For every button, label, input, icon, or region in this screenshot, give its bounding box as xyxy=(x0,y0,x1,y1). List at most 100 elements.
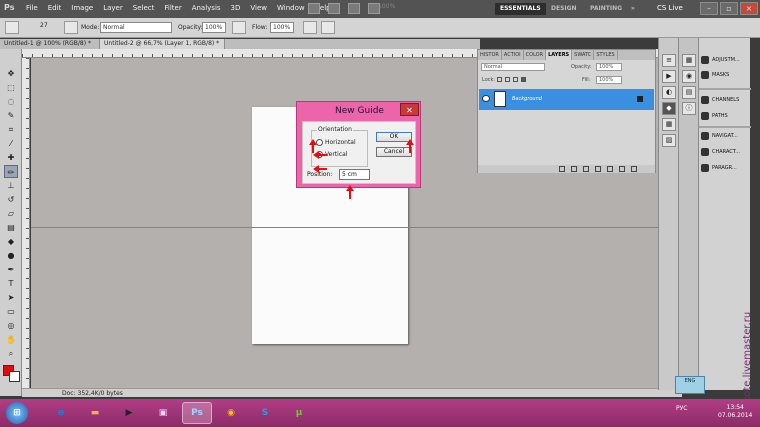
brush-panel-icon[interactable] xyxy=(64,21,78,34)
menu-file[interactable]: File xyxy=(26,4,38,12)
cs-live-button[interactable]: CS Live xyxy=(657,4,683,12)
layer-row[interactable]: Background xyxy=(479,89,654,110)
presentation-icon[interactable]: ▣ xyxy=(148,402,178,424)
marquee-tool-icon[interactable]: ⬚ xyxy=(4,81,18,94)
tab-history[interactable]: HISTOR xyxy=(478,50,502,60)
clone-source-icon[interactable]: ◉ xyxy=(682,70,696,83)
tab-styles[interactable]: STYLES xyxy=(594,50,618,60)
3d-rotate-tool-icon[interactable]: ◎ xyxy=(4,319,18,332)
photoshop-icon[interactable]: Ps xyxy=(182,402,212,424)
background-color-swatch[interactable] xyxy=(9,371,20,382)
close-icon[interactable]: ✕ xyxy=(400,103,419,116)
gradient-tool-icon[interactable]: ▤ xyxy=(4,221,18,234)
lock-pixels-icon[interactable] xyxy=(505,77,510,82)
layer-opacity-input[interactable]: 100% xyxy=(596,63,622,71)
brush-presets-icon[interactable]: ▦ xyxy=(682,54,696,67)
zoom-tool-icon[interactable]: ⌕ xyxy=(4,347,18,360)
pressure-size-icon[interactable] xyxy=(321,21,335,34)
info-panel-icon[interactable]: ⓘ xyxy=(682,102,696,115)
utorrent-icon[interactable]: µ xyxy=(284,402,314,424)
opacity-input[interactable]: 100% xyxy=(202,22,226,33)
stamp-tool-icon[interactable]: ⊥ xyxy=(4,179,18,192)
add-mask-icon[interactable] xyxy=(583,166,589,172)
layers-panel-icon[interactable]: ◆ xyxy=(662,102,676,115)
adjustments-item[interactable]: ADJUSTM... xyxy=(701,54,749,66)
fx-icon[interactable] xyxy=(571,166,577,172)
character-item[interactable]: CHARACT... xyxy=(701,146,749,158)
document-info[interactable]: Doc: 352,4K/0 bytes xyxy=(62,390,123,397)
paths-item[interactable]: PATHS xyxy=(701,110,749,122)
horizontal-radio[interactable]: Horizontal xyxy=(316,138,368,147)
workspace-painting[interactable]: PAINTING xyxy=(585,3,627,15)
menu-3d[interactable]: 3D xyxy=(231,4,241,12)
group-icon[interactable] xyxy=(607,166,613,172)
fill-input[interactable]: 100% xyxy=(596,76,622,84)
visibility-eye-icon[interactable] xyxy=(482,95,490,102)
menu-layer[interactable]: Layer xyxy=(103,4,123,12)
masks-item[interactable]: MASKS xyxy=(701,69,749,81)
language-badge[interactable]: ENG xyxy=(675,376,705,394)
position-input[interactable]: 5 cm xyxy=(339,169,370,180)
mode-select[interactable]: Normal xyxy=(100,22,172,33)
shape-tool-icon[interactable]: ▭ xyxy=(4,305,18,318)
brush-tool-icon[interactable]: ✏ xyxy=(4,165,18,178)
menu-select[interactable]: Select xyxy=(133,4,155,12)
chrome-icon[interactable]: ◉ xyxy=(216,402,246,424)
crop-tool-icon[interactable]: ⌗ xyxy=(4,123,18,136)
tab-color[interactable]: COLOR xyxy=(524,50,547,60)
hand-tool-icon[interactable]: ✋ xyxy=(4,333,18,346)
menu-analysis[interactable]: Analysis xyxy=(192,4,221,12)
link-layers-icon[interactable] xyxy=(559,166,565,172)
actions-panel-icon[interactable]: ▶ xyxy=(662,70,676,83)
styles-panel-icon[interactable]: ▨ xyxy=(662,134,676,147)
workspace-essentials[interactable]: ESSENTIALS xyxy=(495,3,546,15)
color-panel-icon[interactable]: ◐ xyxy=(662,86,676,99)
clock[interactable]: 13:54 07.06.2014 xyxy=(718,404,752,420)
bridge-icon[interactable] xyxy=(308,3,320,14)
skype-icon[interactable]: S xyxy=(250,402,280,424)
blur-tool-icon[interactable]: ◆ xyxy=(4,235,18,248)
folder-icon[interactable]: ▬ xyxy=(80,402,110,424)
brush-size[interactable]: 27 xyxy=(40,22,48,29)
lasso-tool-icon[interactable]: ◌ xyxy=(4,95,18,108)
swatches-panel-icon[interactable]: ▦ xyxy=(662,118,676,131)
dodge-tool-icon[interactable]: ● xyxy=(4,249,18,262)
workspace-design[interactable]: DESIGN xyxy=(546,3,582,15)
blend-mode-select[interactable]: Normal xyxy=(481,63,545,71)
lock-position-icon[interactable] xyxy=(513,77,518,82)
move-tool-icon[interactable]: ✥ xyxy=(4,67,18,80)
pen-tool-icon[interactable]: ✒ xyxy=(4,263,18,276)
restore-icon[interactable]: ▫ xyxy=(720,2,738,15)
tab-untitled-2[interactable]: Untitled-2 @ 66,7% (Layer 1, RGB/8) * xyxy=(100,39,225,49)
menu-window[interactable]: Window xyxy=(277,4,305,12)
vertical-ruler[interactable] xyxy=(22,58,30,396)
trash-icon[interactable] xyxy=(631,166,637,172)
quick-select-tool-icon[interactable]: ✎ xyxy=(4,109,18,122)
menu-image[interactable]: Image xyxy=(71,4,93,12)
airbrush-icon[interactable] xyxy=(303,21,317,34)
healing-tool-icon[interactable]: ✚ xyxy=(4,151,18,164)
tab-actions[interactable]: ACTIOI xyxy=(502,50,524,60)
menu-filter[interactable]: Filter xyxy=(164,4,181,12)
zoom-level[interactable]: 100% xyxy=(378,3,426,14)
tool-presets-icon[interactable]: ▤ xyxy=(682,86,696,99)
media-icon[interactable]: ▶ xyxy=(114,402,144,424)
close-icon[interactable]: × xyxy=(740,2,758,15)
type-tool-icon[interactable]: T xyxy=(4,277,18,290)
brush-tool-icon[interactable] xyxy=(5,21,19,34)
tab-swatches[interactable]: SWATC xyxy=(572,50,595,60)
language-indicator[interactable]: РУС xyxy=(676,405,687,412)
workspace-more[interactable]: » xyxy=(626,3,640,15)
menu-view[interactable]: View xyxy=(250,4,267,12)
minimize-icon[interactable]: – xyxy=(700,2,718,15)
path-select-tool-icon[interactable]: ➤ xyxy=(4,291,18,304)
ie-icon[interactable]: e xyxy=(46,402,76,424)
grid-icon[interactable] xyxy=(348,3,360,14)
layer-name[interactable]: Background xyxy=(512,96,542,102)
channels-item[interactable]: CHANNELS xyxy=(701,94,749,106)
horizontal-guide[interactable] xyxy=(31,227,658,228)
history-panel-icon[interactable]: ≡ xyxy=(662,54,676,67)
lock-transparent-icon[interactable] xyxy=(497,77,502,82)
tab-untitled-1[interactable]: Untitled-1 @ 100% (RGB/8) * xyxy=(0,39,100,49)
lock-all-icon[interactable] xyxy=(521,77,526,82)
